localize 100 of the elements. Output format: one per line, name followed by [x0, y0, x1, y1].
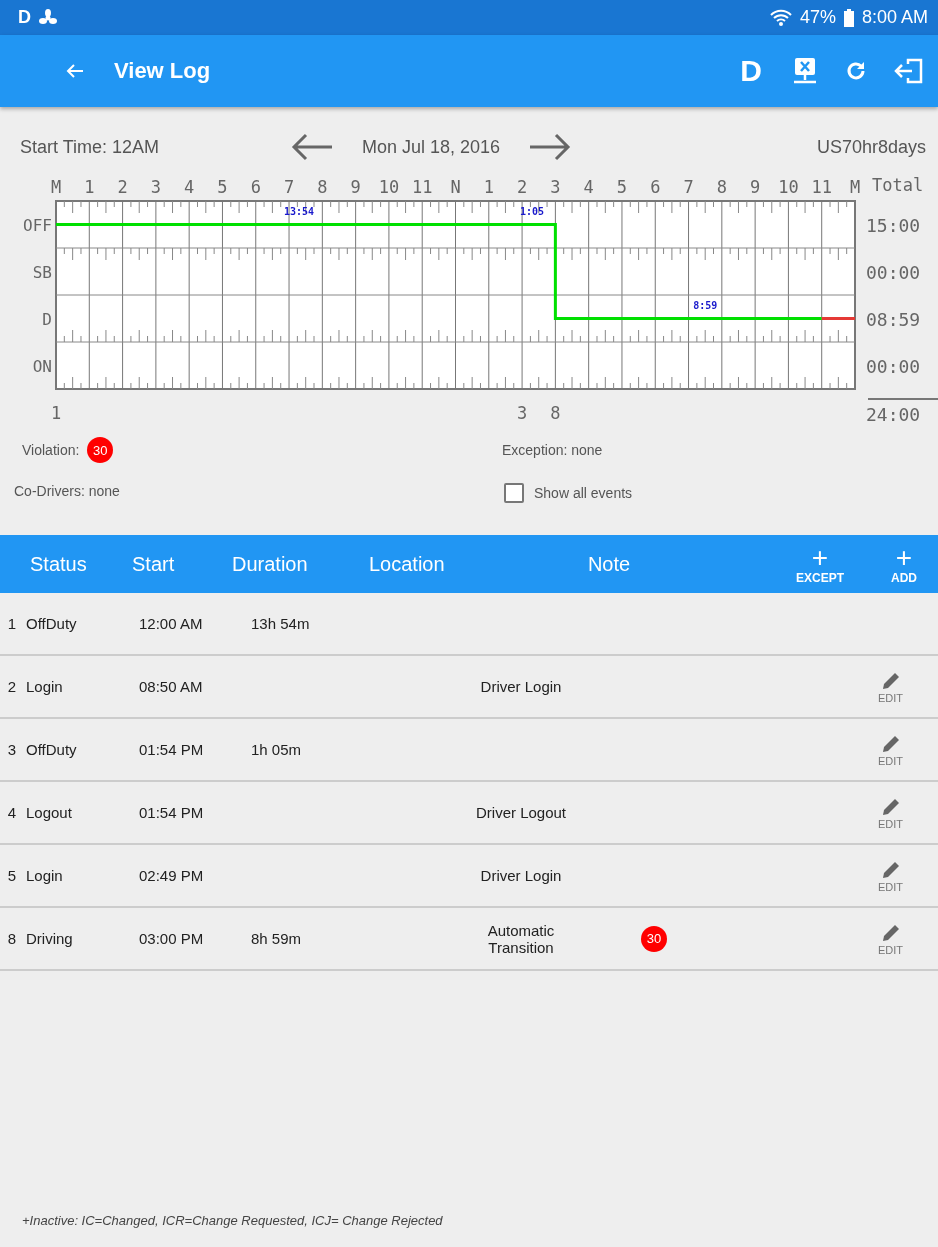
battery-icon — [843, 8, 854, 27]
hour-label: 7 — [683, 177, 694, 197]
hour-label: 4 — [583, 177, 594, 197]
event-marker: 8 — [550, 403, 561, 423]
ruleset-label: US70hr8days — [816, 136, 926, 158]
note-cell-text: Automatic Transition — [486, 921, 556, 956]
checkbox-label: Show all events — [534, 485, 633, 501]
hour-label: 1 — [84, 177, 95, 197]
violation-badge[interactable]: 30 — [87, 437, 114, 463]
hour-label: N — [450, 177, 461, 197]
edit-button[interactable]: EDIT — [878, 669, 904, 704]
status-total: 08:59 — [866, 308, 921, 330]
duration-cell: 8h 59m — [251, 930, 302, 947]
column-header: Note — [586, 552, 632, 576]
duty-mode-button[interactable]: D — [740, 54, 762, 88]
note-cell: Driver Login — [480, 678, 562, 695]
previous-day-arrow-icon[interactable] — [290, 132, 334, 162]
edit-button[interactable]: EDIT — [878, 921, 904, 956]
status-label: OFF — [23, 215, 52, 235]
clock: 8:00 AM — [861, 7, 928, 28]
hour-label: 9 — [350, 177, 361, 197]
event-marker: 1 — [50, 403, 62, 423]
violation-label: Violation: — [22, 442, 80, 458]
status-total: 15:00 — [866, 214, 921, 236]
status-cell-text: OffDuty — [26, 615, 78, 632]
column-header: Location — [369, 552, 446, 576]
hour-label: 7 — [283, 177, 295, 197]
start-cell-text: 03:00 PM — [139, 930, 205, 947]
hour-label: 3 — [550, 177, 561, 197]
edit-button[interactable]: EDIT — [878, 858, 904, 893]
hour-label: 5 — [217, 177, 228, 197]
next-day-arrow-icon[interactable] — [528, 132, 573, 162]
exception-label: Exception: none — [502, 442, 604, 458]
hour-label: 1 — [483, 177, 494, 197]
event-marker: 3 — [516, 403, 528, 423]
duration-label: 13:54 — [283, 206, 315, 217]
hour-label: 10 — [778, 177, 799, 197]
back-arrow-icon[interactable] — [66, 63, 84, 79]
show-all-events-checkbox[interactable] — [504, 483, 524, 503]
row-number: 1 — [6, 615, 17, 632]
hour-label: 6 — [250, 177, 261, 197]
start-cell-text: 01:54 PM — [139, 741, 205, 758]
hour-label: 11 — [811, 177, 832, 197]
status-label: SB — [32, 262, 52, 282]
fan-icon — [39, 8, 57, 27]
legend-note: +Inactive: IC=Changed, ICR=Change Requested, ICJ= Change Rejected — [22, 1213, 443, 1228]
status-cell-text: Login — [26, 678, 64, 695]
violation-badge[interactable]: 30 — [641, 925, 667, 952]
hour-label: 8 — [716, 177, 727, 197]
note-cell: Driver Login — [480, 867, 562, 884]
status-cell-text: OffDuty — [26, 741, 78, 758]
start-cell-text: 08:50 AM — [139, 678, 204, 695]
status-total: 00:00 — [866, 355, 921, 377]
row-number: 5 — [6, 867, 17, 884]
total-header: Total — [872, 175, 924, 195]
header-action-button[interactable]: + ADD — [870, 543, 938, 585]
screen-title: View Log — [114, 58, 211, 84]
battery-percent: 47% — [799, 7, 836, 28]
hour-label: 4 — [184, 177, 195, 197]
duration-label: 8:59 — [693, 300, 718, 311]
monitor-x-icon[interactable] — [792, 57, 818, 85]
duration-cell: 1h 05m — [251, 741, 302, 758]
hour-label: 3 — [150, 177, 161, 197]
duration-label: 1:05 — [520, 206, 545, 217]
hour-label: 5 — [616, 177, 628, 197]
start-cell-text: 02:49 PM — [139, 867, 205, 884]
hour-label: 2 — [516, 177, 528, 197]
start-cell-text: 01:54 PM — [139, 804, 205, 821]
log-date: Mon Jul 18, 2016 — [362, 136, 501, 158]
row-number: 4 — [6, 804, 17, 821]
hour-label: 9 — [750, 177, 761, 197]
status-bar-letter: D — [18, 7, 31, 28]
row-number: 3 — [6, 741, 17, 758]
hour-label: 10 — [378, 177, 400, 197]
status-cell-text: Logout — [26, 804, 73, 821]
logout-icon[interactable] — [894, 57, 924, 85]
status-total: 00:00 — [866, 261, 921, 283]
column-header: Status — [30, 552, 88, 576]
column-header: Duration — [232, 552, 309, 576]
note-cell: Driver Logout — [475, 804, 566, 821]
wifi-icon — [769, 7, 792, 28]
hour-label: 2 — [117, 177, 128, 197]
grand-total: 24:00 — [866, 404, 921, 425]
start-time-label: Start Time: 12AM — [20, 136, 161, 158]
hour-label: 11 — [411, 177, 433, 197]
edit-button[interactable]: EDIT — [878, 732, 904, 767]
status-label: ON — [32, 356, 52, 376]
hour-label: 6 — [650, 177, 661, 197]
edit-button[interactable]: EDIT — [878, 795, 904, 830]
status-cell-text: Login — [26, 867, 64, 884]
column-header: Start — [132, 552, 176, 576]
hour-label: 8 — [317, 177, 328, 197]
row-number: 2 — [6, 678, 17, 695]
status-label: D — [42, 309, 52, 329]
co-drivers-label: Co-Drivers: none — [14, 483, 121, 501]
row-number: 8 — [6, 930, 17, 947]
duration-cell: 13h 54m — [251, 615, 310, 632]
status-cell-text: Driving — [26, 930, 74, 947]
hour-label: M — [849, 177, 861, 197]
header-action-button[interactable]: + EXCEPT — [770, 543, 870, 585]
